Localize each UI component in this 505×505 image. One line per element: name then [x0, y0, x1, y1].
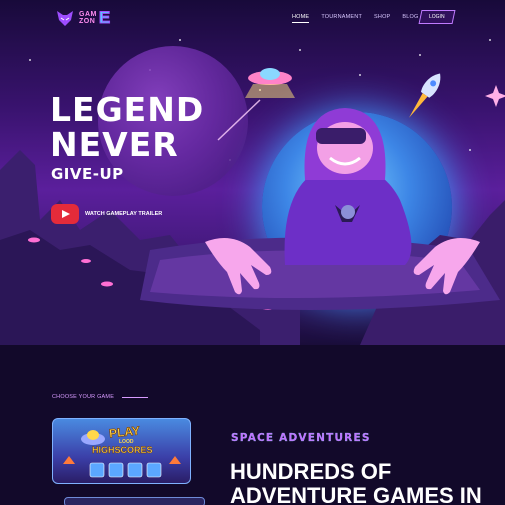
trailer-label[interactable]: WATCH GAMEPLAY TRAILER — [85, 211, 162, 217]
section-label: CHOOSE YOUR GAME — [52, 394, 115, 400]
feature-heading-line-1: HUNDREDS OF — [230, 459, 392, 484]
login-button[interactable]: LOGIN — [418, 10, 456, 24]
gamer-character — [284, 108, 412, 265]
hero-line-2: NEVER — [50, 125, 179, 164]
fox-logo-icon — [57, 11, 73, 26]
play-icon[interactable] — [51, 204, 79, 224]
rocket-icon — [409, 73, 441, 118]
logo-letter: E — [98, 8, 111, 28]
nav-shop[interactable]: SHOP — [374, 14, 390, 23]
hero-line-3: GIVE-UP — [51, 165, 124, 183]
game-card[interactable] — [64, 497, 205, 505]
top-navigation: GAM ZON E HOME TOURNAMENT SHOP BLOG LOGI… — [0, 0, 505, 38]
feature-tag: SPACE ADVENTURES — [231, 432, 371, 444]
hero-line-1: LEGEND — [50, 90, 205, 129]
feature-heading: HUNDREDS OF ADVENTURE GAMES IN — [230, 460, 482, 505]
main-menu: HOME TOURNAMENT SHOP BLOG — [292, 14, 419, 23]
ufo-icon — [245, 68, 295, 98]
choose-game-section-label: CHOOSE YOUR GAME — [52, 394, 149, 400]
nav-home[interactable]: HOME — [292, 14, 310, 23]
feature-heading-line-2: ADVENTURE GAMES IN — [230, 483, 482, 505]
hero-banner: GAM ZON E HOME TOURNAMENT SHOP BLOG LOGI… — [0, 0, 505, 345]
divider — [122, 396, 149, 398]
nav-tournament[interactable]: TOURNAMENT — [321, 14, 362, 23]
game-card[interactable]: PLAY LOOD HIGHSCORES — [52, 418, 191, 484]
logo-text: GAM ZON — [79, 11, 97, 25]
gamezone-logo[interactable]: GAM ZON E — [55, 8, 111, 28]
card-highscores: HIGHSCORES — [92, 445, 153, 455]
nav-blog[interactable]: BLOG — [402, 14, 418, 23]
watch-trailer-button[interactable]: WATCH GAMEPLAY TRAILER — [51, 204, 162, 224]
hero-headline: LEGEND NEVER — [50, 92, 204, 162]
